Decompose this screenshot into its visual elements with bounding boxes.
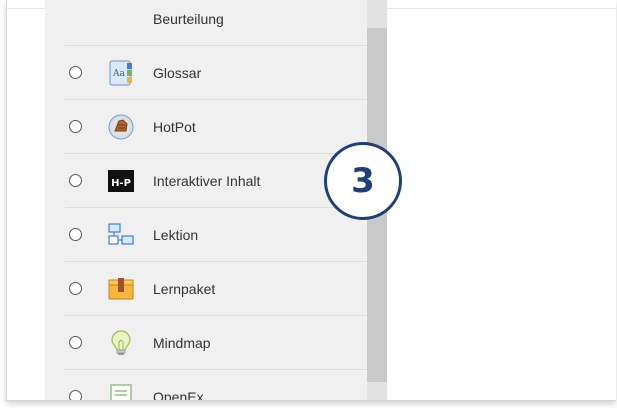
glossary-icon: Aa bbox=[107, 59, 135, 87]
radio-button[interactable] bbox=[69, 335, 82, 349]
list-item-beurteilung[interactable]: Beurteilung bbox=[65, 0, 367, 46]
list-item-label: Lernpaket bbox=[153, 280, 216, 297]
radio-button[interactable] bbox=[69, 389, 82, 400]
list-item-label: Glossar bbox=[153, 64, 202, 81]
svg-text:H-P: H-P bbox=[111, 178, 131, 189]
list-item-label: OpenEx bbox=[153, 388, 204, 401]
list-item-label: Lektion bbox=[153, 226, 199, 243]
lesson-icon bbox=[107, 221, 135, 249]
list-item-openex[interactable]: OpenEx bbox=[65, 370, 367, 400]
radio-button[interactable] bbox=[69, 227, 82, 241]
screenshot-frame: Beurteilung Aa Glossar HotPot H-P Intera… bbox=[6, 0, 616, 401]
list-item-label: HotPot bbox=[153, 118, 196, 135]
svg-text:Aa: Aa bbox=[112, 69, 125, 79]
list-item-label: Interaktiver Inhalt bbox=[153, 172, 261, 189]
list-item-lektion[interactable]: Lektion bbox=[65, 208, 367, 262]
hotpot-icon bbox=[107, 113, 135, 141]
scorm-package-icon bbox=[107, 275, 135, 303]
list-item-label: Beurteilung bbox=[153, 10, 224, 27]
list-item-interaktiver-inhalt[interactable]: H-P Interaktiver Inhalt bbox=[65, 154, 367, 208]
h5p-icon: H-P bbox=[107, 167, 135, 195]
step-number: 3 bbox=[351, 161, 375, 201]
radio-button[interactable] bbox=[69, 173, 82, 187]
list-item-hotpot[interactable]: HotPot bbox=[65, 100, 367, 154]
document-icon bbox=[107, 383, 135, 400]
list-item-glossar[interactable]: Aa Glossar bbox=[65, 46, 367, 100]
radio-button[interactable] bbox=[69, 119, 82, 133]
radio-button[interactable] bbox=[69, 65, 82, 79]
step-number-callout: 3 bbox=[324, 142, 402, 220]
list-item-lernpaket[interactable]: Lernpaket bbox=[65, 262, 367, 316]
radio-button[interactable] bbox=[69, 281, 82, 295]
screenshot-stage: Beurteilung Aa Glossar HotPot H-P Intera… bbox=[0, 0, 617, 411]
activity-list: Beurteilung Aa Glossar HotPot H-P Intera… bbox=[45, 0, 367, 400]
list-item-mindmap[interactable]: Mindmap bbox=[65, 316, 367, 370]
list-item-label: Mindmap bbox=[153, 334, 211, 351]
lightbulb-icon bbox=[107, 329, 135, 357]
